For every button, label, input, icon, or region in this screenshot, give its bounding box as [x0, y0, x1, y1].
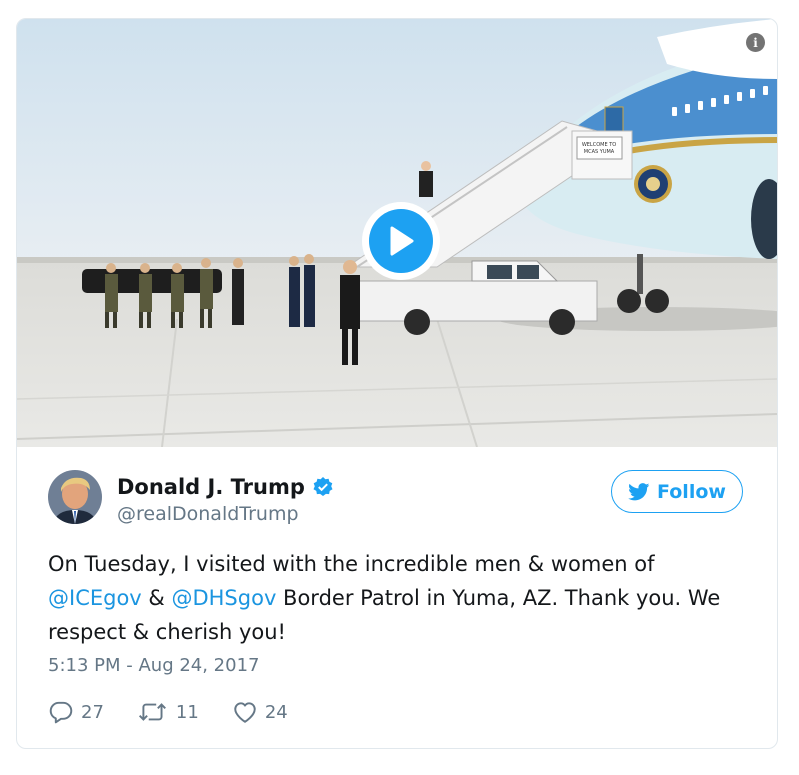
- tweet-timestamp[interactable]: 5:13 PM - Aug 24, 2017: [48, 655, 260, 676]
- sign-line-2: MCAS YUMA: [584, 149, 615, 155]
- retweet-icon: [138, 703, 166, 721]
- sign-line-1: WELCOME TO: [582, 142, 616, 148]
- tweet-actions: 27 11 24: [48, 699, 321, 725]
- avatar[interactable]: [48, 470, 102, 524]
- mention-dhsgov[interactable]: @DHSgov: [171, 586, 276, 610]
- reply-button[interactable]: 27: [48, 699, 104, 725]
- like-count: 24: [264, 701, 288, 723]
- mention-icegov[interactable]: @ICEgov: [48, 586, 142, 610]
- info-icon[interactable]: i: [746, 33, 765, 52]
- reply-count: 27: [81, 701, 104, 723]
- author-row: Donald J. Trump: [117, 475, 334, 499]
- heart-icon: [234, 702, 256, 723]
- author-name[interactable]: Donald J. Trump: [117, 475, 305, 499]
- tweet-text: On Tuesday, I visited with the incredibl…: [48, 547, 753, 649]
- author-handle[interactable]: @realDonaldTrump: [117, 503, 299, 525]
- play-button[interactable]: [362, 202, 440, 280]
- play-icon: [369, 209, 433, 273]
- tweet-video[interactable]: WELCOME TO MCAS YUMA i: [17, 19, 777, 447]
- follow-label: Follow: [657, 480, 726, 503]
- twitter-bird-icon: [628, 482, 650, 500]
- tweet-text-part-2: &: [141, 586, 172, 610]
- like-button[interactable]: 24: [232, 700, 288, 724]
- reply-icon: [49, 701, 73, 724]
- retweet-count: 11: [175, 701, 199, 723]
- verified-badge-icon: [312, 476, 334, 498]
- retweet-button[interactable]: 11: [137, 700, 199, 724]
- tweet-card: WELCOME TO MCAS YUMA i Donald J. Trump @…: [16, 18, 778, 749]
- follow-button[interactable]: Follow: [611, 470, 743, 513]
- tweet-text-part-1: On Tuesday, I visited with the incredibl…: [48, 552, 655, 576]
